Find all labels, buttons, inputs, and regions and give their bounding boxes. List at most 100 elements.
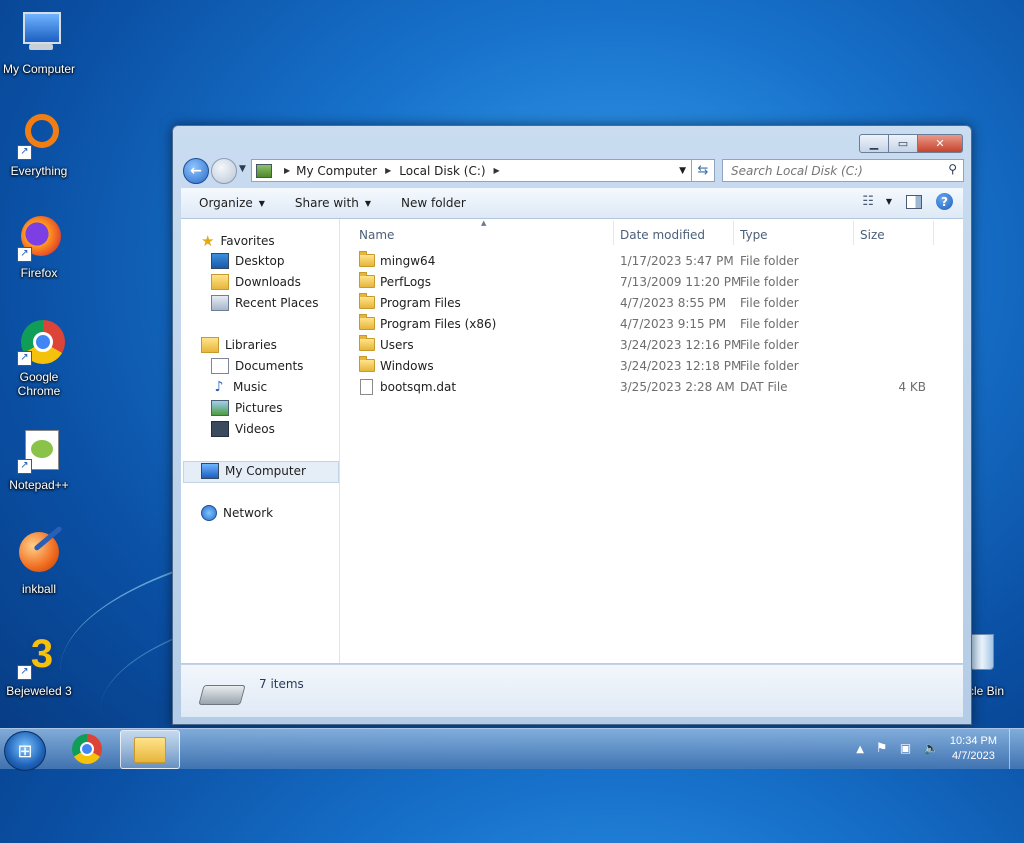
column-header-type[interactable]: Type [740, 225, 850, 245]
taskbar-explorer-button[interactable] [120, 730, 180, 769]
column-divider[interactable] [853, 221, 854, 245]
network-icon [201, 505, 217, 521]
close-button[interactable]: ✕ [917, 134, 963, 153]
nav-label: My Computer [225, 464, 306, 478]
preview-pane-button[interactable] [906, 194, 922, 209]
maximize-button[interactable]: ▭ [888, 134, 918, 153]
everything-icon: ↗ [15, 112, 63, 160]
nav-item-videos[interactable]: Videos [211, 421, 275, 437]
forward-button[interactable] [211, 158, 237, 184]
change-view-button[interactable]: ☷ ▼ [862, 194, 892, 209]
column-divider[interactable] [613, 221, 614, 245]
nav-label: Pictures [235, 401, 283, 415]
chrome-icon: ↗ [15, 318, 65, 366]
nav-item-favorites[interactable]: ★ Favorites [201, 232, 275, 250]
minimize-icon: ▁ [869, 137, 879, 150]
search-icon[interactable]: ⚲ [948, 162, 957, 176]
file-date: 3/24/2023 12:18 PM [620, 359, 742, 373]
table-row[interactable]: bootsqm.dat 3/25/2023 2:28 AM DAT File 4… [359, 377, 939, 397]
file-name: Windows [380, 359, 434, 373]
back-button[interactable]: ← [183, 158, 209, 184]
share-with-button[interactable]: Share with ▼ [295, 196, 371, 210]
file-date: 3/25/2023 2:28 AM [620, 380, 735, 394]
inkball-icon [15, 525, 63, 578]
column-divider[interactable] [933, 221, 934, 245]
desktop-icon-bejeweled-3[interactable]: 3 ↗ Bejeweled 3 [2, 632, 76, 698]
desktop-icon-my-computer[interactable]: My Computer [2, 10, 76, 76]
taskbar: ⊞ ▲ ⚑ ▣ 🔈 10:34 PM 4/7/2023 [0, 728, 1024, 771]
network-status-icon[interactable]: ▣ [900, 741, 916, 757]
address-bar[interactable]: ▶ My Computer ▶ Local Disk (C:) ▶ ▼ ⇆ [251, 159, 715, 182]
close-icon: ✕ [935, 137, 945, 150]
table-row[interactable]: Program Files 4/7/2023 8:55 PM File fold… [359, 293, 939, 313]
clock-time: 10:34 PM [949, 735, 997, 747]
show-desktop-button[interactable] [1009, 729, 1024, 769]
caption-buttons: ▁ ▭ ✕ [859, 134, 963, 153]
desktop-icon-label: Notepad++ [9, 478, 69, 492]
nav-item-desktop[interactable]: Desktop [211, 253, 285, 269]
table-row[interactable]: Users 3/24/2023 12:16 PM File folder [359, 335, 939, 355]
action-center-icon[interactable]: ⚑ [876, 741, 892, 757]
nav-item-documents[interactable]: Documents [211, 358, 303, 374]
taskbar-chrome-button[interactable] [58, 730, 116, 767]
column-header-name[interactable]: Name [359, 225, 609, 245]
nav-item-music[interactable]: ♪ Music [211, 379, 268, 395]
nav-item-my-computer[interactable]: My Computer [201, 463, 306, 479]
clock[interactable]: 10:34 PM 4/7/2023 [950, 734, 997, 764]
desktop-icon-google-chrome[interactable]: ↗ Google Chrome [2, 318, 76, 398]
desktop-icon-firefox[interactable]: ↗ Firefox [2, 214, 76, 280]
desktop-icon-everything[interactable]: ↗ Everything [2, 112, 76, 178]
nav-item-pictures[interactable]: Pictures [211, 400, 283, 416]
minimize-button[interactable]: ▁ [859, 134, 889, 153]
start-button[interactable]: ⊞ [4, 731, 46, 771]
volume-muted-icon[interactable]: 🔈 [924, 741, 940, 757]
file-date: 3/24/2023 12:16 PM [620, 338, 742, 352]
search-box[interactable]: ⚲ [722, 159, 964, 182]
recent-pages-dropdown[interactable]: ▼ [239, 164, 246, 174]
table-row[interactable]: Windows 3/24/2023 12:18 PM File folder [359, 356, 939, 376]
arrow-left-icon: ← [190, 163, 202, 179]
file-name: Program Files (x86) [380, 317, 497, 331]
help-icon[interactable]: ? [936, 193, 953, 210]
nav-label: Desktop [235, 254, 285, 268]
organize-button[interactable]: Organize ▼ [199, 196, 265, 210]
folder-icon [359, 251, 375, 267]
folder-icon [134, 736, 166, 763]
show-hidden-icons-button[interactable]: ▲ [856, 744, 864, 755]
desktop-icon-label: Everything [10, 164, 68, 178]
table-row[interactable]: PerfLogs 7/13/2009 11:20 PM File folder [359, 272, 939, 292]
chevron-right-icon[interactable]: ▶ [494, 166, 500, 175]
explorer-window[interactable]: ▁ ▭ ✕ ← ▼ ▶ My Computer ▶ Local Disk (C:… [172, 125, 972, 725]
nav-item-libraries[interactable]: Libraries [201, 337, 277, 353]
address-crumb-my-computer[interactable]: My Computer [296, 164, 377, 178]
desktop-icon-notepad-plus-plus[interactable]: ↗ Notepad++ [2, 426, 76, 492]
column-divider[interactable] [733, 221, 734, 245]
system-tray: ▲ ⚑ ▣ 🔈 10:34 PM 4/7/2023 [856, 729, 1024, 769]
address-crumb-arrow[interactable]: ▶ [278, 166, 296, 175]
chevron-down-icon: ▼ [239, 164, 246, 174]
refresh-button[interactable]: ⇆ [691, 160, 714, 181]
search-input[interactable] [729, 160, 933, 181]
address-crumb-local-disk[interactable]: Local Disk (C:) [399, 164, 485, 178]
new-folder-label: New folder [400, 196, 466, 210]
navigation-bar: ← ▼ ▶ My Computer ▶ Local Disk (C:) ▶ ▼ … [181, 156, 964, 184]
chevron-down-icon: ▼ [258, 198, 265, 208]
nav-item-recent-places[interactable]: Recent Places [211, 295, 318, 311]
column-header-size[interactable]: Size [860, 225, 930, 245]
downloads-icon [211, 274, 229, 290]
address-history-dropdown[interactable]: ▼ [679, 166, 686, 176]
table-row[interactable]: Program Files (x86) 4/7/2023 9:15 PM Fil… [359, 314, 939, 334]
column-label: Name [359, 228, 395, 242]
file-name: bootsqm.dat [380, 380, 457, 394]
nav-item-network[interactable]: Network [201, 505, 273, 521]
new-folder-button[interactable]: New folder [401, 196, 466, 210]
nav-item-downloads[interactable]: Downloads [211, 274, 301, 290]
chevron-right-icon[interactable]: ▶ [385, 166, 391, 175]
computer-icon [201, 463, 219, 479]
file-type: File folder [740, 296, 799, 310]
table-row[interactable]: mingw64 1/17/2023 5:47 PM File folder [359, 251, 939, 271]
file-icon [360, 379, 373, 395]
column-header-date-modified[interactable]: Date modified [620, 225, 730, 245]
desktop-icon-inkball[interactable]: inkball [2, 525, 76, 596]
file-size: 4 KB [898, 380, 926, 394]
